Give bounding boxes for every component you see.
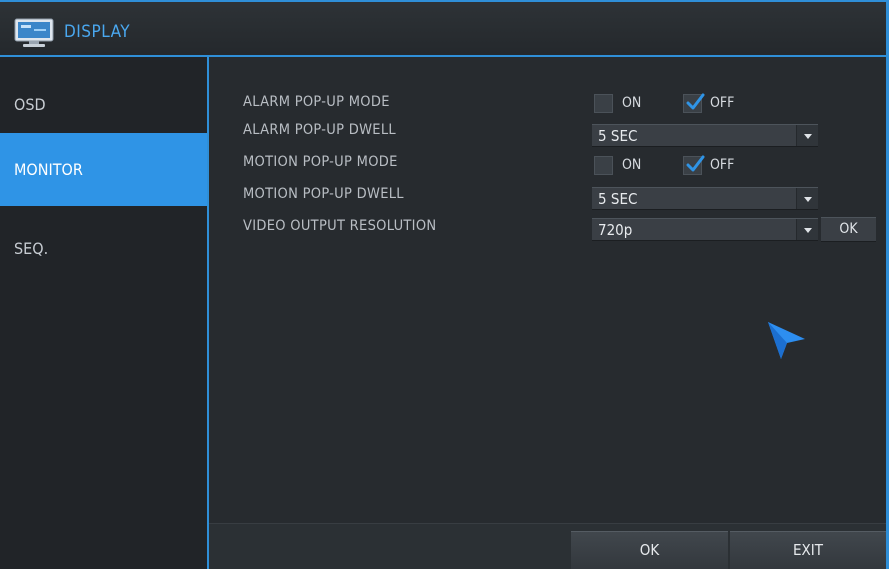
motion-popup-off-label: OFF [710, 157, 735, 173]
video-output-resolution-value: 720p [598, 221, 633, 239]
motion-popup-dwell-select[interactable]: 5 SEC [592, 187, 818, 210]
video-output-resolution-label: VIDEO OUTPUT RESOLUTION [243, 218, 437, 234]
exit-button[interactable]: EXIT [730, 531, 886, 569]
alarm-popup-on-checkbox[interactable] [594, 94, 613, 113]
chevron-down-icon[interactable] [796, 125, 818, 146]
alarm-popup-mode-label: ALARM POP-UP MODE [243, 94, 390, 110]
monitor-icon [14, 18, 54, 47]
alarm-popup-off-label: OFF [710, 95, 735, 111]
sidebar-item-osd[interactable]: OSD [0, 63, 207, 133]
alarm-popup-on-label: ON [622, 95, 642, 111]
motion-popup-off-checkbox[interactable] [683, 155, 705, 175]
sidebar-item-monitor[interactable]: MONITOR [0, 133, 207, 206]
display-window: DISPLAY OSD MONITOR SEQ. ALARM POP-UP MO… [0, 0, 889, 569]
alarm-popup-dwell-value: 5 SEC [598, 127, 638, 145]
resolution-apply-button[interactable]: OK [821, 217, 876, 242]
cursor-arrow-icon [768, 322, 805, 359]
chevron-down-icon[interactable] [796, 219, 818, 240]
ok-button[interactable]: OK [571, 531, 728, 569]
sidebar: OSD MONITOR SEQ. [0, 57, 209, 569]
footer-bar: OK EXIT [209, 523, 886, 569]
window-title: DISPLAY [64, 22, 131, 42]
sidebar-item-label: MONITOR [14, 160, 83, 179]
sidebar-item-seq[interactable]: SEQ. [0, 209, 207, 279]
chevron-down-icon[interactable] [796, 188, 818, 209]
alarm-popup-dwell-select[interactable]: 5 SEC [592, 124, 818, 147]
motion-popup-dwell-label: MOTION POP-UP DWELL [243, 186, 404, 202]
sidebar-item-label: SEQ. [14, 239, 49, 258]
checkmark-icon [686, 93, 705, 110]
sidebar-item-label: OSD [14, 95, 46, 114]
motion-popup-dwell-value: 5 SEC [598, 190, 638, 208]
motion-popup-on-label: ON [622, 157, 642, 173]
video-output-resolution-select[interactable]: 720p [592, 218, 818, 241]
settings-panel: ALARM POP-UP MODE ON OFF ALARM POP-UP DW… [209, 57, 889, 569]
checkmark-icon [686, 155, 705, 172]
title-bar: DISPLAY [0, 0, 889, 57]
alarm-popup-dwell-label: ALARM POP-UP DWELL [243, 122, 396, 138]
motion-popup-on-checkbox[interactable] [594, 156, 613, 175]
alarm-popup-off-checkbox[interactable] [683, 93, 705, 113]
motion-popup-mode-label: MOTION POP-UP MODE [243, 154, 398, 170]
